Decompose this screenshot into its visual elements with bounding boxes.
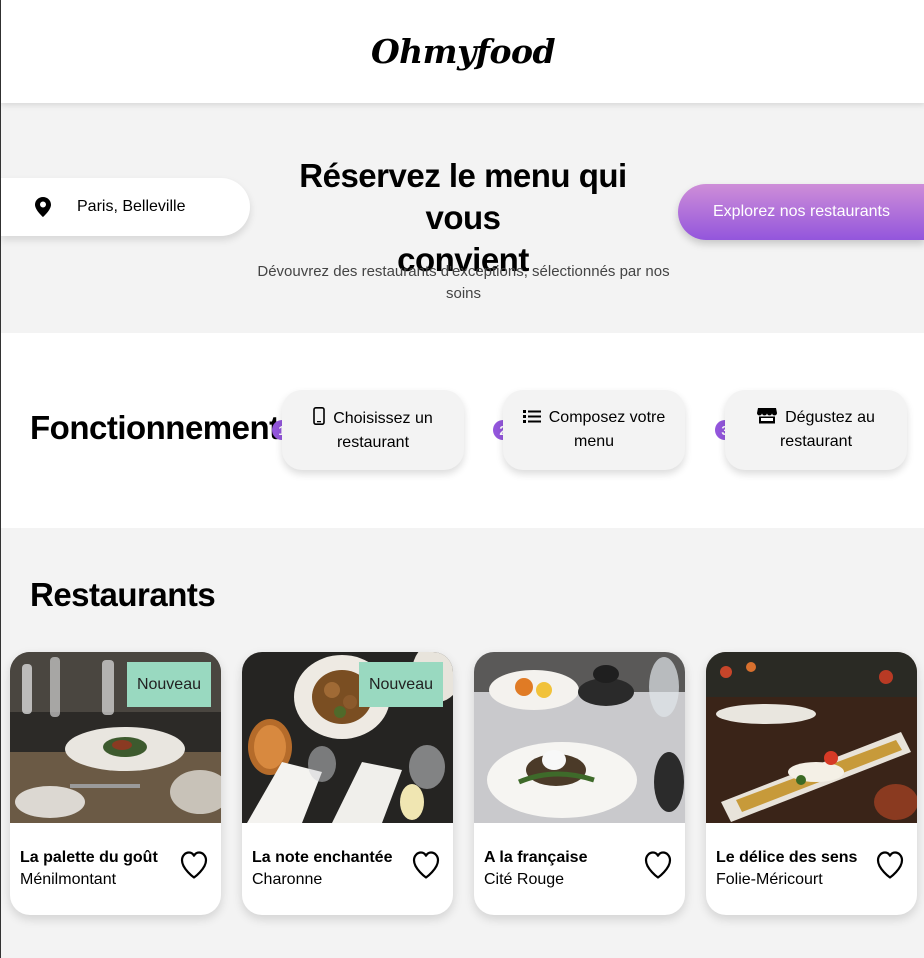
restaurant-area: Folie-Méricourt (716, 871, 823, 888)
step-card-taste[interactable]: Dégustez au restaurant (725, 390, 907, 470)
step-label-3: Dégustez au restaurant (779, 409, 875, 450)
how-it-works-title: Fonctionnement (30, 409, 280, 446)
new-badge: Nouveau (126, 662, 211, 707)
explore-restaurants-button[interactable]: Explorez nos restaurants (678, 184, 924, 240)
location-label: Paris, Belleville (77, 198, 186, 215)
step-label-1: Choisissez un restaurant (333, 409, 433, 451)
restaurant-name: Le délice des sens (716, 849, 858, 866)
restaurant-area: Charonne (252, 871, 323, 888)
logo[interactable]: Ohmyfood (371, 32, 556, 71)
list-icon (522, 409, 541, 431)
hero-subtitle: Dévouvrez des restaurants d'exceptions, … (257, 263, 670, 302)
restaurant-area: Ménilmontant (20, 871, 117, 888)
new-badge: Nouveau (358, 662, 443, 707)
restaurant-photo: Nouveau (10, 652, 221, 823)
store-icon (757, 407, 778, 431)
heart-icon[interactable] (644, 850, 672, 880)
restaurant-photo (706, 652, 917, 823)
restaurant-area: Cité Rouge (484, 871, 565, 888)
hero-section: Paris, Belleville Réservez le menu qui v… (1, 103, 924, 333)
restaurant-card-note[interactable]: Nouveau La note enchantée Charonne (242, 652, 453, 915)
restaurants-title: Restaurants (30, 576, 216, 613)
site-header: Ohmyfood (1, 0, 924, 103)
heart-icon[interactable] (180, 850, 208, 880)
how-it-works-section: Fonctionnement 1 Choisissez un restauran… (1, 333, 924, 528)
step-label-2: Composez votre menu (548, 409, 666, 450)
hero-title-line-1: Réservez le menu qui vous (299, 157, 627, 236)
restaurant-name: A la française (484, 849, 588, 866)
restaurant-card-palette[interactable]: Nouveau La palette du goût Ménilmontant (10, 652, 221, 915)
restaurant-name: La note enchantée (252, 849, 393, 866)
restaurants-section: Restaurants Nouveau La palette du goût M… (1, 528, 924, 958)
map-pin-icon (35, 197, 51, 217)
restaurant-photo: Nouveau (242, 652, 453, 823)
mobile-phone-icon (313, 406, 325, 432)
location-pill[interactable]: Paris, Belleville (1, 178, 250, 236)
restaurant-photo (474, 652, 685, 823)
restaurant-name: La palette du goût (20, 849, 158, 866)
heart-icon[interactable] (876, 850, 904, 880)
step-card-choose[interactable]: Choisissez un restaurant (282, 390, 464, 470)
restaurant-card-francaise[interactable]: A la française Cité Rouge (474, 652, 685, 915)
heart-icon[interactable] (412, 850, 440, 880)
restaurant-card-delice[interactable]: Le délice des sens Folie-Méricourt (706, 652, 917, 915)
step-card-compose[interactable]: Composez votre menu (503, 390, 685, 470)
